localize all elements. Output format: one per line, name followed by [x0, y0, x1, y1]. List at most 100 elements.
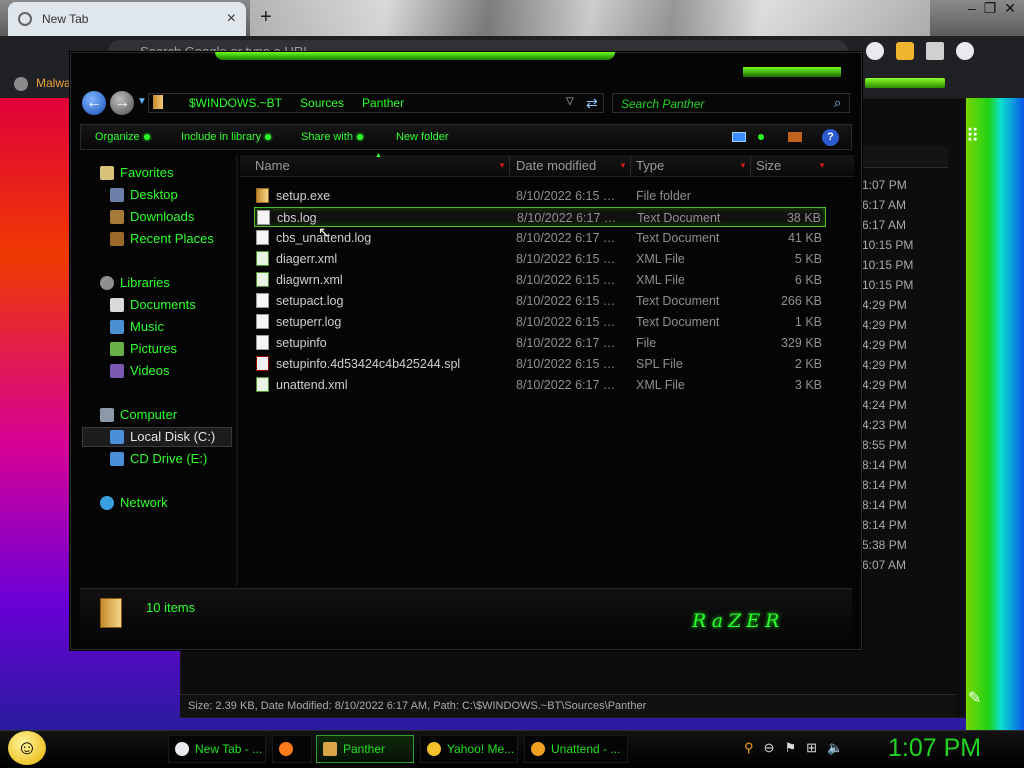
search-icon[interactable]: ⚲ [744, 740, 754, 756]
nav-desktop-label: Desktop [130, 187, 178, 202]
file-row[interactable]: diagwrn.xml 8/10/2022 6:15 … XML File 6 KB [254, 270, 826, 290]
taskbar-item-new-tab[interactable]: New Tab - ... [168, 735, 266, 763]
nav-videos[interactable]: Videos [110, 363, 170, 378]
help-icon[interactable]: ? [822, 129, 839, 146]
view-options-dropdown-icon[interactable] [758, 134, 764, 140]
taskbar-item-firefox[interactable] [272, 735, 312, 763]
nav-desktop[interactable]: Desktop [110, 187, 178, 202]
preview-pane-icon[interactable] [788, 132, 802, 142]
file-row[interactable]: setup.exe 8/10/2022 6:15 … File folder [254, 186, 826, 206]
column-separator[interactable] [630, 156, 631, 176]
file-type: XML File [636, 252, 685, 266]
column-header-name[interactable]: Name [255, 158, 290, 173]
column-header-type[interactable]: Type [636, 158, 664, 173]
change-view-icon[interactable] [732, 132, 746, 142]
file-type: File [636, 336, 657, 350]
text-file-icon [256, 314, 269, 329]
nav-recent-places[interactable]: Recent Places [110, 231, 214, 246]
apps-grid-icon[interactable]: ⠿ [966, 126, 979, 147]
file-date: 8/10/2022 6:15 … [516, 294, 616, 308]
nav-documents-label: Documents [130, 297, 196, 312]
file-row[interactable]: setupinfo 8/10/2022 6:17 … File 329 KB [254, 333, 826, 353]
column-size-dropdown-icon[interactable]: ▼ [818, 161, 826, 170]
file-row[interactable]: cbs_unattend.log 8/10/2022 6:17 … Text Doc… [254, 228, 826, 248]
folder-icon [323, 742, 337, 756]
forward-button[interactable]: → [110, 91, 134, 115]
include-in-library-button[interactable]: Include in library [181, 131, 272, 143]
taskbar-item-label: Yahoo! Me... [447, 742, 515, 756]
column-date-dropdown-icon[interactable]: ▼ [619, 161, 627, 170]
nav-cd-drive[interactable]: CD Drive (E:) [110, 451, 207, 466]
extensions-puzzle-icon[interactable] [896, 42, 914, 60]
minimize-icon[interactable]: – [968, 0, 976, 17]
refresh-icon[interactable]: ⇄ [586, 95, 598, 112]
file-size: 266 KB [780, 294, 822, 308]
breadcrumb-panther[interactable]: Panther [362, 96, 404, 110]
back-button[interactable]: ← [82, 91, 106, 115]
column-header-date[interactable]: Date modified [516, 158, 596, 173]
column-type-dropdown-icon[interactable]: ▼ [739, 161, 747, 170]
file-row[interactable]: cbs.log 8/10/2022 6:17 … Text Document 38 K… [254, 207, 826, 227]
close-window-icon[interactable]: ✕ [1004, 0, 1016, 17]
taskbar-item-unattend[interactable]: Unattend - ... [524, 735, 628, 763]
file-row[interactable]: diagerr.xml 8/10/2022 6:15 … XML File 5 KB [254, 249, 826, 269]
search-icon[interactable]: ⌕ [834, 95, 841, 111]
minus-icon[interactable]: ⊖ [764, 740, 775, 756]
action-center-flag-icon[interactable]: ⚑ [784, 740, 796, 756]
breadcrumb-windows-bt[interactable]: $WINDOWS.~BT [189, 96, 282, 110]
nav-network[interactable]: Network [100, 495, 168, 510]
bookmark-malwa[interactable]: Malwa [36, 76, 71, 90]
file-row[interactable]: setuperr.log 8/10/2022 6:15 … Text Documen… [254, 312, 826, 332]
include-label: Include in library [181, 131, 262, 143]
column-name-dropdown-icon[interactable]: ▼ [498, 161, 506, 170]
organize-button[interactable]: Organize [95, 131, 150, 143]
background-time-cell: 8:14 PM [862, 458, 907, 472]
column-separator[interactable] [509, 156, 510, 176]
profile-flag-icon[interactable] [866, 42, 884, 60]
network-icon[interactable]: ⊞ [806, 740, 817, 756]
file-type: SPL File [636, 357, 683, 371]
nav-local-disk[interactable]: Local Disk (C:) [110, 429, 215, 444]
side-panel-icon[interactable] [926, 42, 944, 60]
recent-pages-dropdown-icon[interactable]: ▼ [137, 96, 147, 107]
nav-documents[interactable]: Documents [110, 297, 196, 312]
background-time-cell: 4:29 PM [862, 338, 907, 352]
profile-avatar-icon[interactable] [956, 42, 974, 60]
start-button[interactable]: ☺ [8, 731, 46, 765]
taskbar-item-yahoo-messenger[interactable]: Yahoo! Me... [420, 735, 518, 763]
file-size: 6 KB [794, 273, 822, 287]
pane-splitter[interactable] [236, 154, 238, 586]
new-folder-label: New folder [396, 131, 449, 143]
nav-favorites[interactable]: Favorites [100, 165, 173, 180]
nav-computer[interactable]: Computer [100, 407, 177, 422]
restore-icon[interactable]: ❐ [984, 0, 997, 17]
nav-music[interactable]: Music [110, 319, 164, 334]
browser-tab-new-tab[interactable]: New Tab × [8, 2, 246, 36]
new-folder-button[interactable]: New folder [396, 131, 449, 143]
volume-icon[interactable]: 🔈 [827, 740, 843, 756]
column-separator[interactable] [750, 156, 751, 176]
nav-computer-label: Computer [120, 407, 178, 422]
pencil-icon[interactable]: ✎ [968, 688, 981, 708]
nav-downloads[interactable]: Downloads [110, 209, 194, 224]
address-history-chevron-icon[interactable]: ▽ [566, 96, 574, 107]
file-row[interactable]: setupact.log 8/10/2022 6:15 … Text Documen… [254, 291, 826, 311]
file-row[interactable]: unattend.xml 8/10/2022 6:17 … XML File 3 KB [254, 375, 826, 395]
nav-libraries[interactable]: Libraries [100, 275, 170, 290]
file-row[interactable]: setupinfo.4d53424c4b425244.spl 8/10/2022 … [254, 354, 826, 374]
close-tab-icon[interactable]: × [227, 10, 236, 28]
nav-cd-drive-label: CD Drive (E:) [130, 451, 208, 466]
column-header-size[interactable]: Size [756, 158, 781, 173]
address-bar[interactable]: $WINDOWS.~BT Sources Panther [148, 93, 604, 113]
share-with-button[interactable]: Share with [301, 131, 363, 143]
window-caption-buttons[interactable] [742, 66, 842, 78]
taskbar-clock[interactable]: 1:07 PM [888, 734, 981, 763]
search-input[interactable]: Search Panther [612, 93, 850, 113]
file-date: 8/10/2022 6:15 … [516, 315, 616, 329]
background-time-cell: 4:29 PM [862, 378, 907, 392]
file-name: setupact.log [276, 294, 344, 308]
taskbar-item-panther[interactable]: Panther [316, 735, 414, 763]
nav-pictures[interactable]: Pictures [110, 341, 177, 356]
breadcrumb-sources[interactable]: Sources [300, 96, 344, 110]
new-tab-button[interactable]: + [260, 6, 272, 29]
